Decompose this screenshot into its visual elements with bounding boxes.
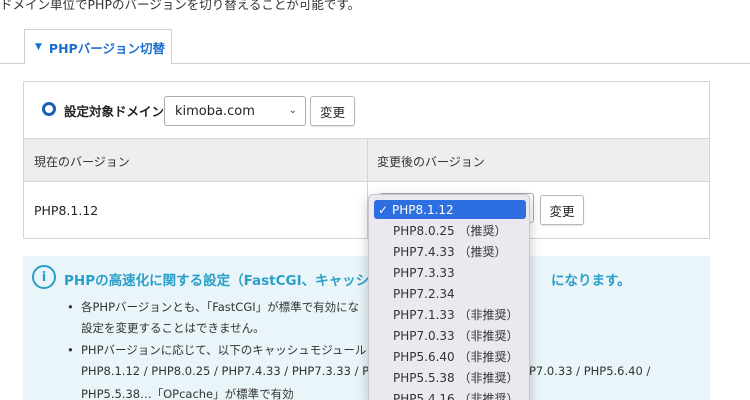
dropdown-option[interactable]: PHP7.0.33 （非推奨） [374, 326, 526, 345]
domain-radio-button[interactable] [42, 102, 56, 116]
domain-change-button[interactable]: 変更 [310, 96, 355, 126]
current-version-value: PHP8.1.12 [34, 203, 99, 218]
dropdown-option[interactable]: PHP8.0.25 （推奨） [374, 221, 526, 240]
version-change-button[interactable]: 変更 [540, 195, 584, 225]
chevron-down-icon: ⌄ [288, 105, 297, 116]
tab-php-version-switch[interactable]: ▼ PHPバージョン切替 [24, 29, 172, 64]
dropdown-option[interactable]: PHP7.2.34 [374, 284, 526, 303]
info-icon: i [32, 265, 56, 289]
list-item: • PHPバージョンに応じて、以下のキャッシュモジュール [67, 343, 367, 357]
column-header-new-version: 変更後のバージョン [377, 155, 485, 169]
info-box: i PHPの高速化に関する設定（FastCGI、キャッシュ になります。 • 各P… [23, 256, 710, 400]
dropdown-option[interactable]: PHP5.6.40 （非推奨） [374, 347, 526, 366]
bullet-text-continued: P7.0.33 / PHP5.6.40 / [529, 364, 651, 378]
dropdown-option[interactable]: PHP7.1.33 （非推奨） [374, 305, 526, 324]
dropdown-option[interactable]: PHP5.5.38 （非推奨） [374, 368, 526, 387]
checkmark-icon: ✓ [378, 202, 389, 217]
dropdown-option[interactable]: ✓ PHP8.1.12 [374, 200, 526, 219]
domain-select-value: kimoba.com [175, 103, 255, 119]
chevron-down-icon: ▼ [35, 42, 42, 52]
dropdown-option[interactable]: PHP7.4.33 （推奨） [374, 242, 526, 261]
dropdown-option[interactable]: PHP7.3.33 [374, 263, 526, 282]
bullet-text-continued: PHP5.5.38…「OPcache」が標準で有効 [81, 387, 294, 400]
bullet-text: PHPバージョンに応じて、以下のキャッシュモジュール [81, 343, 367, 357]
info-title-end: になります。 [551, 273, 631, 289]
bullet-text: 各PHPバージョンとも、「FastCGI」が標準で有効にな [81, 300, 360, 314]
column-header-current-version: 現在のバージョン [34, 155, 130, 169]
version-dropdown-menu: ✓ PHP8.1.12 PHP8.0.25 （推奨） PHP7.4.33 （推奨… [368, 194, 530, 400]
intro-text: ドメイン単位でPHPのバージョンを切り替えることが可能です。 [0, 0, 361, 12]
tab-label: PHPバージョン切替 [48, 40, 165, 56]
dropdown-option[interactable]: PHP5.4.16 （非推奨） [374, 389, 526, 400]
domain-row: 設定対象ドメイン kimoba.com ⌄ 変更 [24, 82, 709, 138]
domain-select[interactable]: kimoba.com ⌄ [164, 96, 306, 126]
info-title: PHPの高速化に関する設定（FastCGI、キャッシュ [64, 273, 383, 289]
domain-label: 設定対象ドメイン [64, 104, 165, 119]
php-version-panel: 設定対象ドメイン kimoba.com ⌄ 変更 現在のバージョン 変更後のバー… [23, 81, 710, 239]
list-item: • 各PHPバージョンとも、「FastCGI」が標準で有効にな [67, 300, 360, 314]
bullet-text-continued: PHP8.1.12 / PHP8.0.25 / PHP7.4.33 / PHP7… [81, 364, 370, 378]
bullet-text-continued: 設定を変更することはできません。 [81, 321, 265, 335]
